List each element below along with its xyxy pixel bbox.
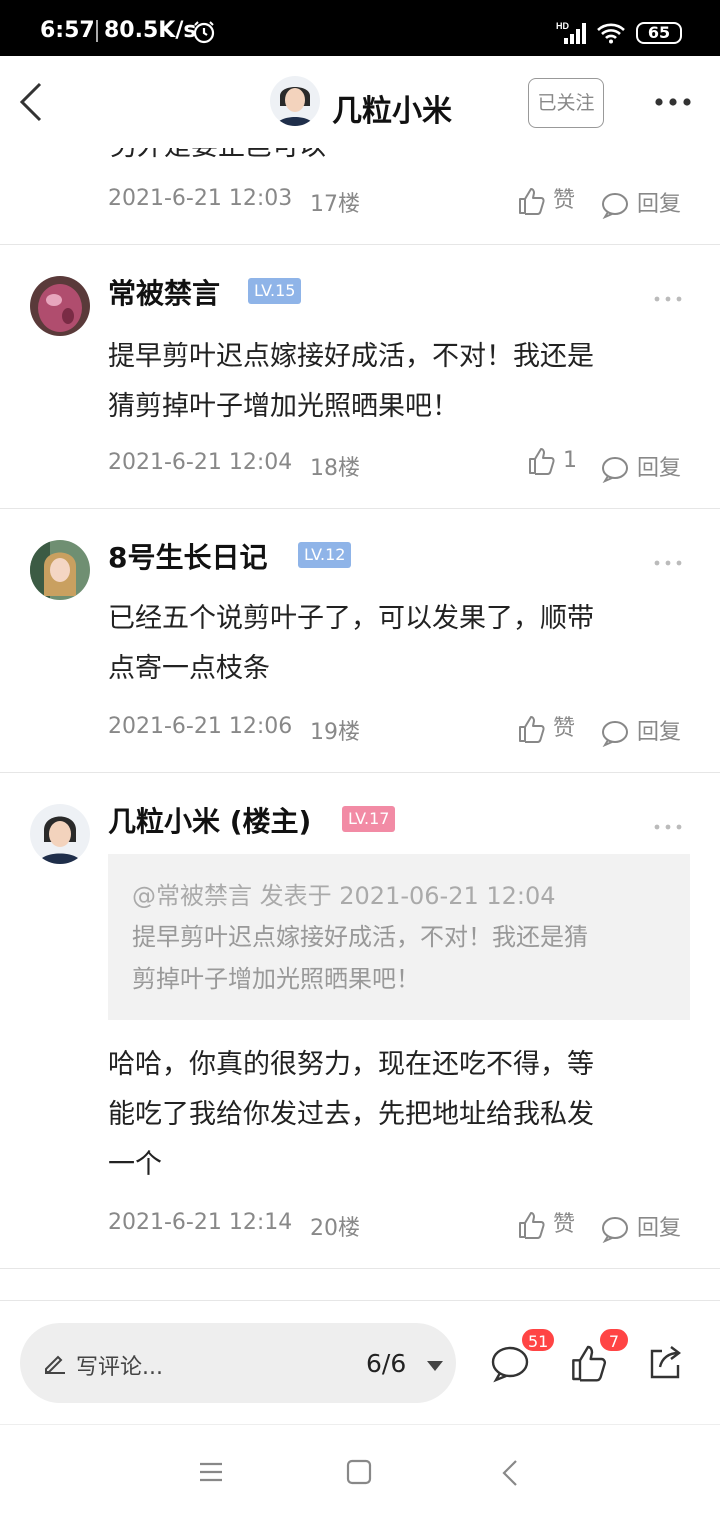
like-label: 赞 [553,1212,576,1237]
post-time: 2021-6-21 12:14 [108,1210,293,1235]
post-content-line: 一个 [108,1149,162,1180]
post-divider [0,244,720,245]
signal-icon: HD [556,20,590,50]
top-nav-bar: 几粒小米 已关注 [0,56,720,148]
post-time-17: 2021-6-21 12:03 [108,186,293,211]
reply-button[interactable]: 回复 [600,1210,682,1244]
comment-feed[interactable]: 另外是要正邑可以 2021-6-21 12:03 17楼 赞 回复 常被禁言 L… [0,148,720,1300]
comment-count-badge: 51 [520,1327,557,1353]
system-navigation-bar [0,1424,720,1520]
post-floor-17: 17楼 [310,192,360,217]
home-icon[interactable] [346,1459,372,1489]
author-avatar[interactable] [270,76,320,126]
post-content: 已经五个说剪叶子了，可以发果了，顺带 点寄一点枝条 [108,594,688,694]
reply-button-17[interactable]: 回复 [600,186,682,220]
post-content-line: 哈哈，你真的很努力，现在还吃不得，等 [108,1049,594,1080]
speech-bubble-icon [602,193,628,220]
comment-input[interactable]: 写评论... 6/6 [20,1323,456,1403]
reply-label: 回复 [637,456,682,481]
post-content: 哈哈，你真的很努力，现在还吃不得，等 能吃了我给你发过去，先把地址给我私发 一个 [108,1040,688,1190]
quote-content: 提早剪叶迟点嫁接好成活，不对！我还是猜 剪掉叶子增加光照晒果吧！ [132,916,672,1000]
post-content-line: 提早剪叶迟点嫁接好成活，不对！我还是 [108,341,594,372]
post-content-line: 能吃了我给你发过去，先把地址给我私发 [108,1099,594,1130]
like-button[interactable]: 赞 [516,1206,575,1240]
like-button-17[interactable]: 赞 [516,182,575,216]
status-time: 6:57 [40,18,95,43]
user-avatar[interactable] [30,276,90,336]
post-time: 2021-6-21 12:04 [108,450,293,475]
menu-icon[interactable] [198,1461,224,1487]
thumbs-up-icon [519,188,545,215]
post-divider [0,508,720,509]
thumbs-up-icon [529,448,555,475]
thumbs-up-icon [519,716,545,743]
alarm-icon [192,20,216,48]
level-badge: LV.15 [248,278,302,304]
thumbs-up-icon [519,1212,545,1239]
post-floor: 18楼 [310,456,360,481]
wifi-icon [596,22,626,48]
level-badge: LV.12 [298,542,352,568]
comment-icon[interactable] [490,1345,530,1387]
post-content-line: 点寄一点枝条 [108,653,270,684]
post-floor: 20楼 [310,1216,360,1241]
reply-label: 回复 [637,720,682,745]
post-divider [0,772,720,773]
quoted-reply[interactable]: @常被禁言 发表于 2021-06-21 12:04 提早剪叶迟点嫁接好成活，不… [108,854,690,1020]
battery-icon: 65 [636,22,682,44]
comment-placeholder: 写评论... [76,1355,163,1380]
speech-bubble-icon [602,1217,628,1244]
pen-icon [42,1349,68,1379]
reply-button[interactable]: 回复 [600,450,682,484]
back-arrow-icon[interactable] [14,80,54,124]
post-divider [0,1268,720,1269]
speech-bubble-icon [602,721,628,748]
like-count: 1 [563,448,577,473]
post-content: 提早剪叶迟点嫁接好成活，不对！我还是 猜剪掉叶子增加光照晒果吧！ [108,332,688,432]
partial-post-content: 另外是要正邑可以 [110,148,326,163]
user-avatar[interactable] [30,804,90,864]
reply-button[interactable]: 回复 [600,714,682,748]
user-avatar[interactable] [30,540,90,600]
like-button[interactable]: 1 [526,446,577,476]
follow-button[interactable]: 已关注 [528,78,604,128]
like-label: 赞 [553,716,576,741]
like-count-badge: 7 [598,1327,630,1353]
status-bar: 6:57 80.5K/s HD 65 [0,0,720,56]
signal-hd-label: HD [556,21,569,31]
page-indicator[interactable]: 6/6 [366,1349,406,1378]
page-title: 几粒小米 [332,94,452,129]
username[interactable]: 几粒小米 (楼主) [108,800,311,840]
dropdown-triangle-icon[interactable] [426,1357,444,1376]
post-floor: 19楼 [310,720,360,745]
speech-bubble-icon [602,457,628,484]
like-button[interactable]: 赞 [516,710,575,744]
username[interactable]: 常被禁言 [108,272,220,312]
post-more-icon[interactable] [654,816,682,830]
reply-label: 回复 [637,192,682,217]
post-more-icon[interactable] [654,288,682,302]
quote-content-line: 提早剪叶迟点嫁接好成活，不对！我还是猜 [132,923,588,951]
username[interactable]: 8号生长日记 [108,536,267,576]
share-icon[interactable] [646,1343,684,1385]
reply-label: 回复 [637,1216,682,1241]
post-time: 2021-6-21 12:06 [108,714,293,739]
bottom-action-bar: 写评论... 6/6 51 7 [0,1300,720,1424]
level-badge: LV.17 [342,806,396,832]
like-label: 赞 [553,188,576,213]
more-icon[interactable] [654,94,694,110]
post-content-line: 猜剪掉叶子增加光照晒果吧！ [108,391,459,422]
post-more-icon[interactable] [654,552,682,566]
quote-content-line: 剪掉叶子增加光照晒果吧！ [132,965,420,993]
status-network-speed: 80.5K/s [104,18,197,43]
quote-header: @常被禁言 发表于 2021-06-21 12:04 [132,882,556,910]
status-separator [96,20,98,42]
post-content-line: 已经五个说剪叶子了，可以发果了，顺带 [108,603,594,634]
back-icon[interactable] [500,1459,522,1491]
